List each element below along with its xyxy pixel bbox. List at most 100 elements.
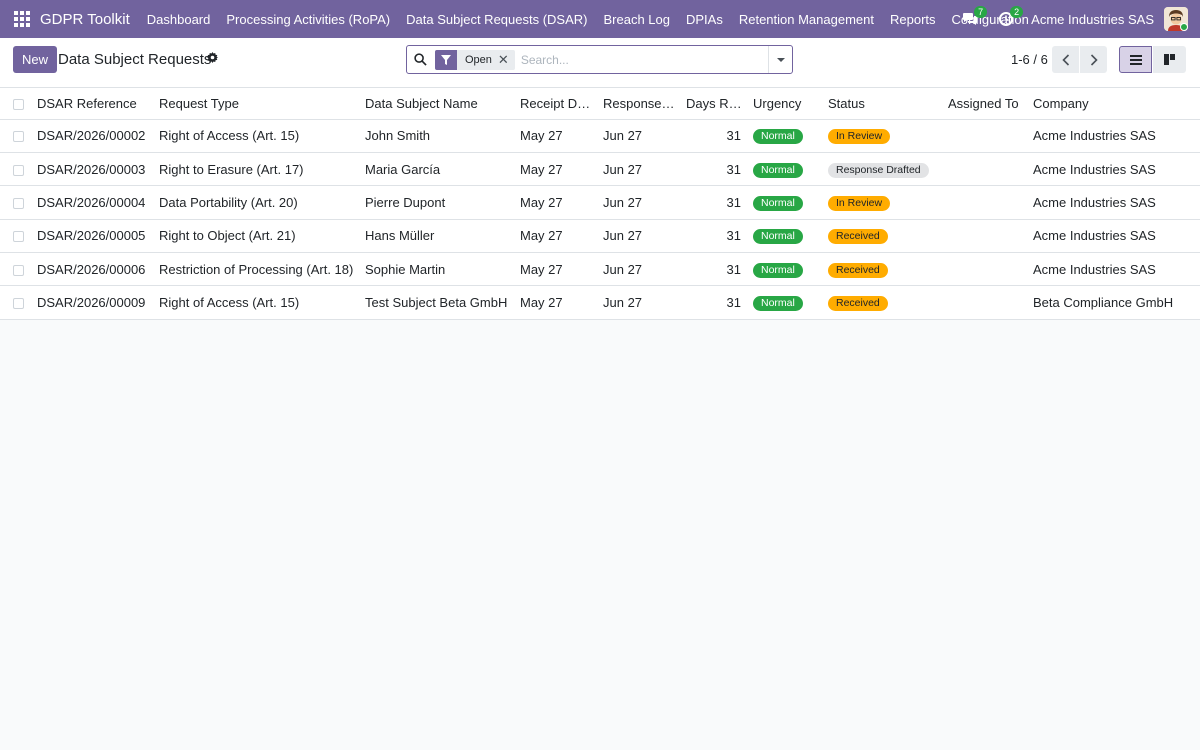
list-view-button[interactable] <box>1119 46 1152 73</box>
select-all-checkbox[interactable] <box>13 98 24 110</box>
systray: 7 2 Acme Industries SAS <box>959 0 1200 38</box>
menu-retention-management[interactable]: Retention Management <box>739 12 874 27</box>
cell-assigned-to <box>944 185 1029 220</box>
table-row[interactable]: DSAR/2026/00003 Right to Erasure (Art. 1… <box>0 152 1200 187</box>
cell-request-type: Right to Object (Art. 21) <box>155 219 361 254</box>
row-checkbox[interactable] <box>13 298 24 310</box>
app-brand[interactable]: GDPR Toolkit <box>40 11 130 28</box>
table-row[interactable]: DSAR/2026/00005 Right to Object (Art. 21… <box>0 219 1200 254</box>
filter-icon <box>435 49 457 70</box>
cell-subject-name: Pierre Dupont <box>361 185 516 220</box>
cell-receipt-date: May 27 <box>516 119 599 153</box>
chevron-down-icon <box>776 57 785 62</box>
column-header-status[interactable]: Status <box>824 88 944 120</box>
column-header-company[interactable]: Company <box>1029 88 1200 120</box>
pager-value[interactable]: 1-6 / 6 <box>1011 52 1048 67</box>
cell-reference: DSAR/2026/00002 <box>33 119 155 153</box>
status-badge: Response Drafted <box>828 162 929 178</box>
online-status-dot <box>1180 23 1188 31</box>
search-options-toggle[interactable] <box>768 46 792 73</box>
urgency-badge: Normal <box>753 129 803 145</box>
pager-previous-button[interactable] <box>1052 46 1079 73</box>
search-bar: Open ✕ <box>406 45 793 74</box>
facet-value: Open <box>465 53 492 66</box>
column-header-request-type[interactable]: Request Type <box>155 88 361 120</box>
search-input[interactable] <box>520 52 761 67</box>
column-header-receipt-date[interactable]: Receipt Date <box>516 88 599 120</box>
cell-days-remaining: 31 <box>682 285 749 320</box>
cell-subject-name: Hans Müller <box>361 219 516 254</box>
column-header-reference[interactable]: DSAR Reference <box>33 88 155 120</box>
activities-count-badge: 2 <box>1010 6 1024 18</box>
dsar-table: DSAR Reference Request Type Data Subject… <box>0 88 1200 320</box>
row-checkbox[interactable] <box>13 231 24 243</box>
menu-data-subject-requests[interactable]: Data Subject Requests (DSAR) <box>406 12 587 27</box>
cell-days-remaining: 31 <box>682 219 749 254</box>
top-navbar: GDPR Toolkit Dashboard Processing Activi… <box>0 0 1200 38</box>
row-checkbox[interactable] <box>13 198 24 210</box>
urgency-badge: Normal <box>753 195 803 211</box>
table-row[interactable]: DSAR/2026/00002 Right of Access (Art. 15… <box>0 119 1200 153</box>
column-header-subject-name[interactable]: Data Subject Name <box>361 88 516 120</box>
cell-assigned-to <box>944 285 1029 320</box>
status-badge: In Review <box>828 195 891 211</box>
row-checkbox[interactable] <box>13 131 24 143</box>
close-icon[interactable]: ✕ <box>498 52 515 68</box>
status-badge: Received <box>828 262 888 278</box>
search-icon[interactable] <box>407 46 433 73</box>
column-header-response[interactable]: Response … <box>599 88 682 120</box>
pager-next-button[interactable] <box>1080 46 1107 73</box>
menu-processing-activities[interactable]: Processing Activities (RoPA) <box>226 12 390 27</box>
filter-facet: Open ✕ <box>435 49 515 70</box>
kanban-view-icon <box>1164 54 1175 65</box>
cell-receipt-date: May 27 <box>516 285 599 320</box>
column-header-days-remaining[interactable]: Days Re… <box>682 88 749 120</box>
cell-response-date: Jun 27 <box>599 285 682 320</box>
table-row[interactable]: DSAR/2026/00009 Right of Access (Art. 15… <box>0 285 1200 320</box>
cell-request-type: Right to Erasure (Art. 17) <box>155 152 361 187</box>
chevron-left-icon <box>1061 53 1069 66</box>
company-switcher[interactable]: Acme Industries SAS <box>1031 12 1154 27</box>
cell-days-remaining: 31 <box>682 152 749 187</box>
kanban-view-button[interactable] <box>1153 46 1186 73</box>
table-row[interactable]: DSAR/2026/00006 Restriction of Processin… <box>0 252 1200 287</box>
control-panel: New Data Subject Requests Open ✕ Search.… <box>0 38 1200 88</box>
menu-dashboard[interactable]: Dashboard <box>147 12 211 27</box>
row-checkbox[interactable] <box>13 164 24 176</box>
cell-days-remaining: 31 <box>682 252 749 287</box>
activities-button[interactable]: 2 <box>995 6 1024 29</box>
cell-company: Acme Industries SAS <box>1029 185 1200 220</box>
menu-reports[interactable]: Reports <box>890 12 936 27</box>
list-view-icon <box>1129 54 1142 65</box>
cell-assigned-to <box>944 119 1029 153</box>
menu-breach-log[interactable]: Breach Log <box>604 12 671 27</box>
menu-dpias[interactable]: DPIAs <box>686 12 723 27</box>
column-header-urgency[interactable]: Urgency <box>749 88 824 120</box>
cell-request-type: Right of Access (Art. 15) <box>155 119 361 153</box>
cell-reference: DSAR/2026/00009 <box>33 285 155 320</box>
cell-response-date: Jun 27 <box>599 152 682 187</box>
cell-receipt-date: May 27 <box>516 252 599 287</box>
status-badge: In Review <box>828 129 891 145</box>
cell-subject-name: John Smith <box>361 119 516 153</box>
gear-icon[interactable] <box>207 52 218 66</box>
cell-request-type: Right of Access (Art. 15) <box>155 285 361 320</box>
chevron-right-icon <box>1090 53 1098 66</box>
messages-button[interactable]: 7 <box>959 6 988 29</box>
column-header-assigned-to[interactable]: Assigned To <box>944 88 1029 120</box>
row-checkbox[interactable] <box>13 264 24 276</box>
messages-count-badge: 7 <box>974 6 988 18</box>
apps-grid-icon[interactable] <box>14 11 30 27</box>
cell-reference: DSAR/2026/00005 <box>33 219 155 254</box>
cell-reference: DSAR/2026/00006 <box>33 252 155 287</box>
urgency-badge: Normal <box>753 262 803 278</box>
urgency-badge: Normal <box>753 162 803 178</box>
table-header-row: DSAR Reference Request Type Data Subject… <box>0 88 1200 120</box>
cell-assigned-to <box>944 219 1029 254</box>
new-button[interactable]: New <box>13 46 58 73</box>
cell-subject-name: Test Subject Beta GmbH <box>361 285 516 320</box>
table-row[interactable]: DSAR/2026/00004 Data Portability (Art. 2… <box>0 185 1200 220</box>
cell-response-date: Jun 27 <box>599 185 682 220</box>
urgency-badge: Normal <box>753 229 803 245</box>
user-avatar[interactable] <box>1164 7 1188 31</box>
